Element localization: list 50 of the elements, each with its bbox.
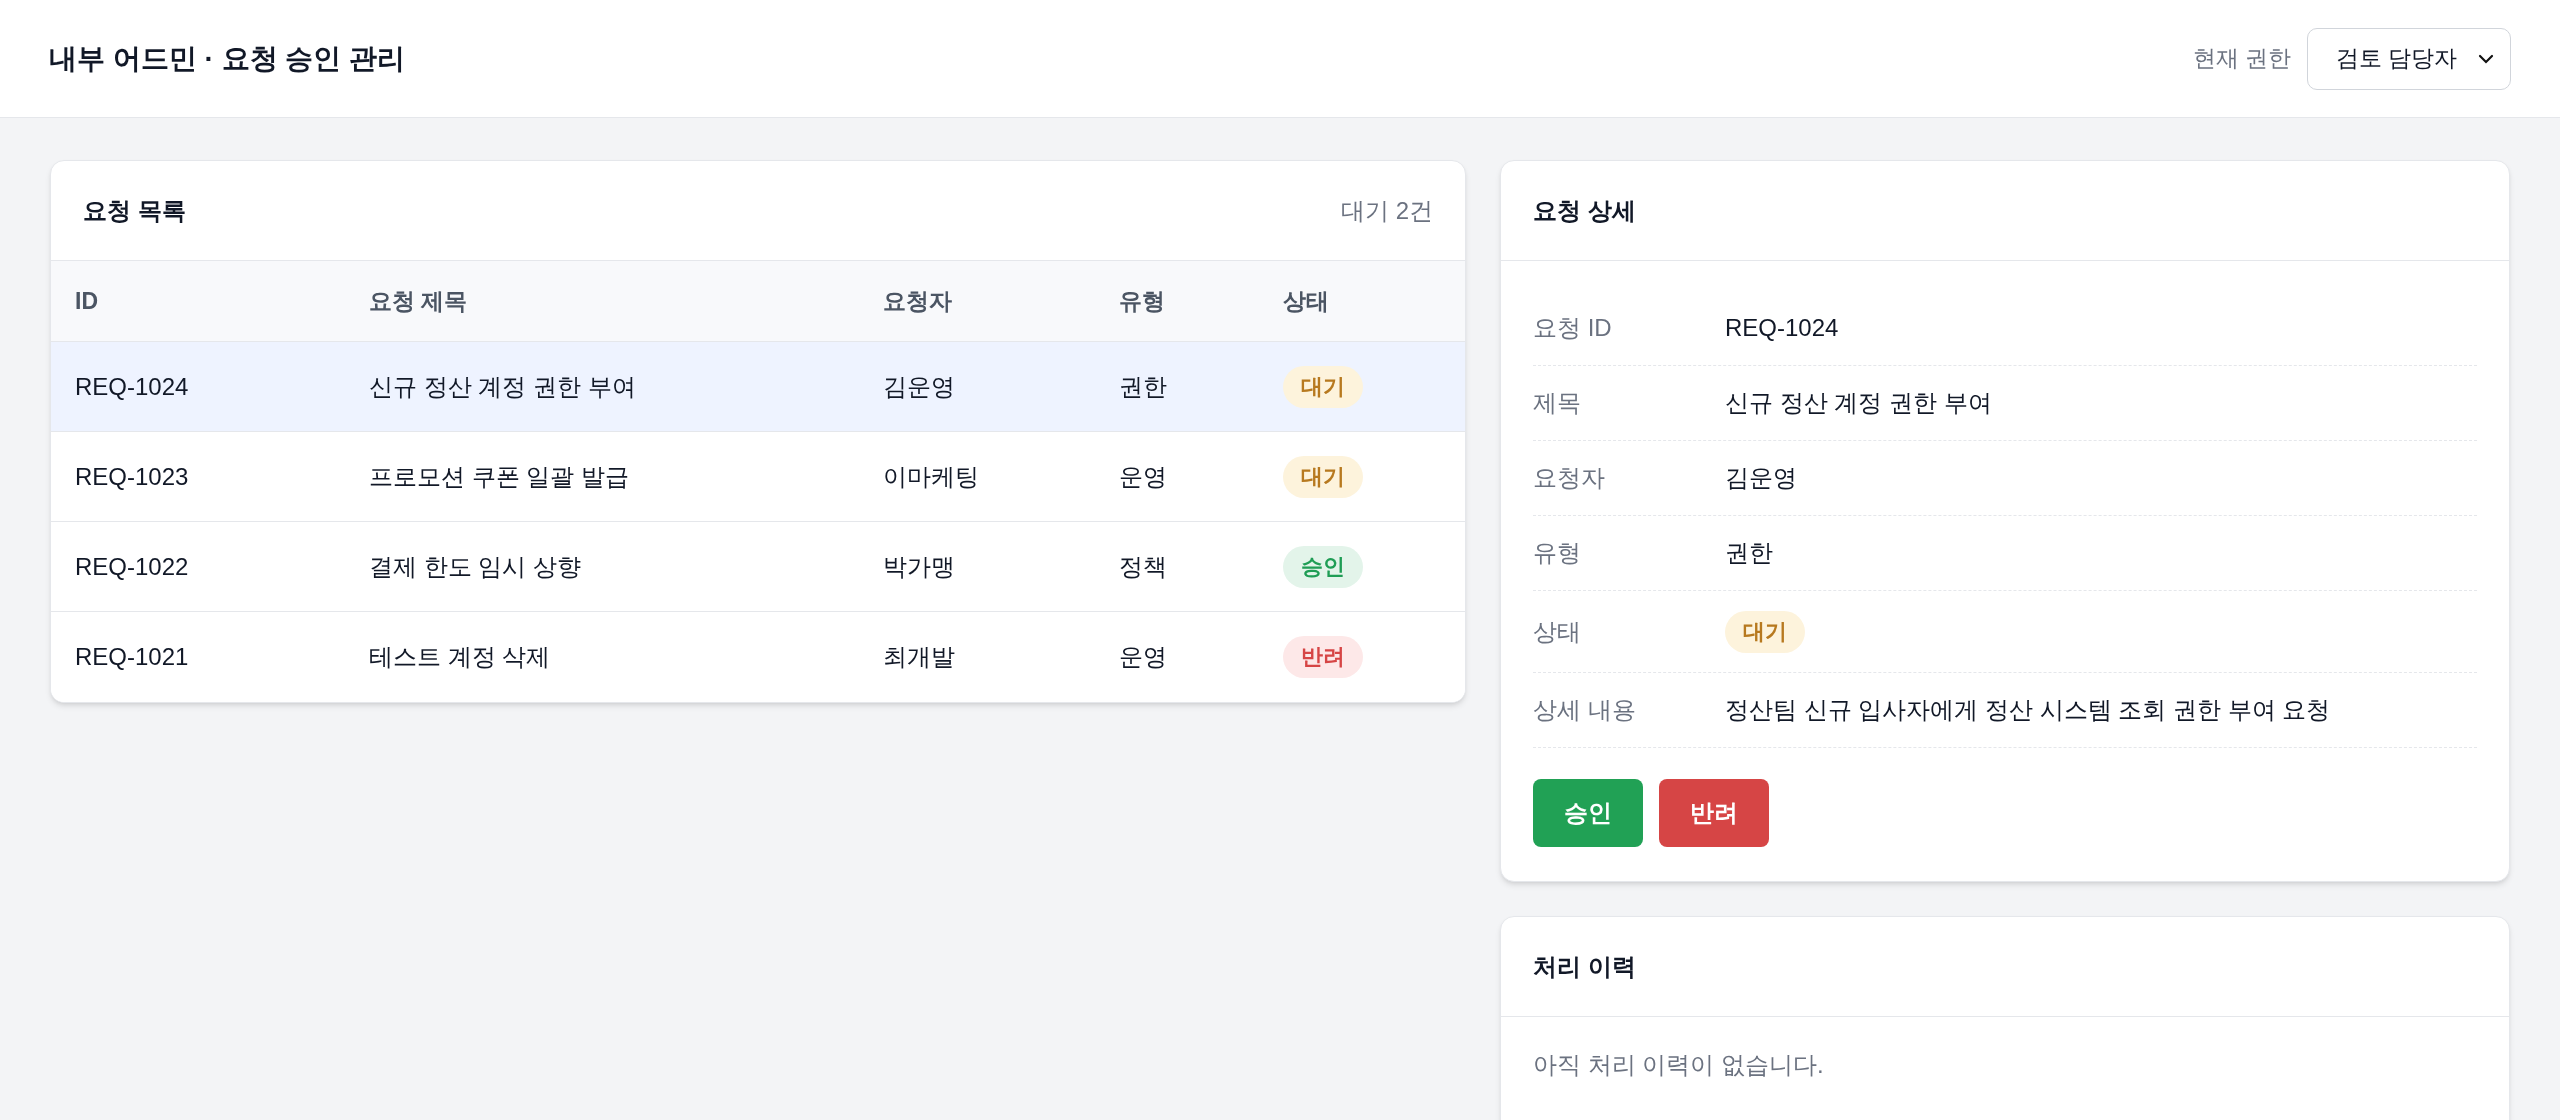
request-row[interactable]: REQ-1024 신규 정산 계정 권한 부여 김운영 권한 대기 bbox=[51, 342, 1465, 432]
request-row[interactable]: REQ-1022 결제 한도 임시 상향 박가맹 정책 승인 bbox=[51, 522, 1465, 612]
table-cell: 권한 bbox=[1119, 372, 1167, 400]
status-badge: 대기 bbox=[1283, 455, 1363, 498]
field-label: 요청 ID bbox=[1533, 314, 1612, 341]
table-cell: 박가맹 bbox=[883, 552, 955, 580]
role-label: 현재 권한 bbox=[2192, 44, 2291, 74]
field-label: 상태 bbox=[1533, 617, 1581, 645]
status-badge: 대기 bbox=[1725, 610, 1805, 653]
request-row[interactable]: REQ-1023 프로모션 쿠폰 일괄 발급 이마케팅 운영 대기 bbox=[51, 432, 1465, 522]
field-label: 유형 bbox=[1533, 539, 1581, 566]
column-header: 요청 제목 bbox=[369, 287, 468, 314]
field-value: REQ-1024 bbox=[1725, 313, 1839, 343]
status-badge: 반려 bbox=[1283, 636, 1363, 678]
column-header: ID bbox=[75, 287, 98, 314]
field-value: 김운영 bbox=[1725, 463, 1797, 493]
table-cell: REQ-1023 bbox=[75, 462, 189, 490]
card-title: 요청 상세 bbox=[1533, 195, 1636, 226]
field-value: 권한 bbox=[1725, 538, 1773, 568]
request-row[interactable]: REQ-1021 테스트 계정 삭제 최개발 운영 반려 bbox=[51, 612, 1465, 702]
field-label: 제목 bbox=[1533, 389, 1581, 416]
page-title: 내부 어드민 · 요청 승인 관리 bbox=[49, 41, 406, 76]
table-cell: REQ-1021 bbox=[75, 643, 189, 670]
table-cell: 김운영 bbox=[883, 372, 955, 400]
table-cell: 운영 bbox=[1119, 462, 1167, 490]
field-label: 상세 내용 bbox=[1533, 696, 1636, 723]
table-cell: 이마케팅 bbox=[883, 462, 979, 490]
card-title: 처리 이력 bbox=[1533, 951, 1636, 982]
field-label: 요청자 bbox=[1533, 464, 1605, 491]
table-cell: 테스트 계정 삭제 bbox=[369, 643, 551, 670]
table-cell: 결제 한도 임시 상향 bbox=[369, 552, 581, 580]
field-value: 신규 정산 계정 권한 부여 bbox=[1725, 388, 1992, 418]
table-cell: 프로모션 쿠폰 일괄 발급 bbox=[369, 462, 629, 490]
table-cell: 정책 bbox=[1119, 552, 1167, 580]
status-badge: 대기 bbox=[1283, 365, 1363, 408]
table-cell: REQ-1022 bbox=[75, 552, 189, 580]
status-badge: 승인 bbox=[1283, 545, 1363, 588]
card-title: 요청 목록 bbox=[83, 195, 186, 226]
column-header: 요청자 bbox=[883, 287, 952, 314]
role-select[interactable]: 검토 담당자 bbox=[2307, 27, 2511, 90]
reject-button[interactable]: 반려 bbox=[1659, 779, 1769, 847]
pending-count: 대기 2건 bbox=[1341, 195, 1433, 226]
field-value: 정산팀 신규 입사자에게 정산 시스템 조회 권한 부여 요청 bbox=[1725, 695, 2331, 725]
table-cell: 최개발 bbox=[883, 643, 955, 670]
table-cell: 신규 정산 계정 권한 부여 bbox=[369, 372, 636, 400]
column-header: 상태 bbox=[1283, 287, 1329, 314]
column-header: 유형 bbox=[1119, 287, 1165, 314]
table-cell: REQ-1024 bbox=[75, 372, 189, 400]
empty-history-text: 아직 처리 이력이 없습니다. bbox=[1533, 1050, 1825, 1080]
table-cell: 운영 bbox=[1119, 643, 1167, 670]
